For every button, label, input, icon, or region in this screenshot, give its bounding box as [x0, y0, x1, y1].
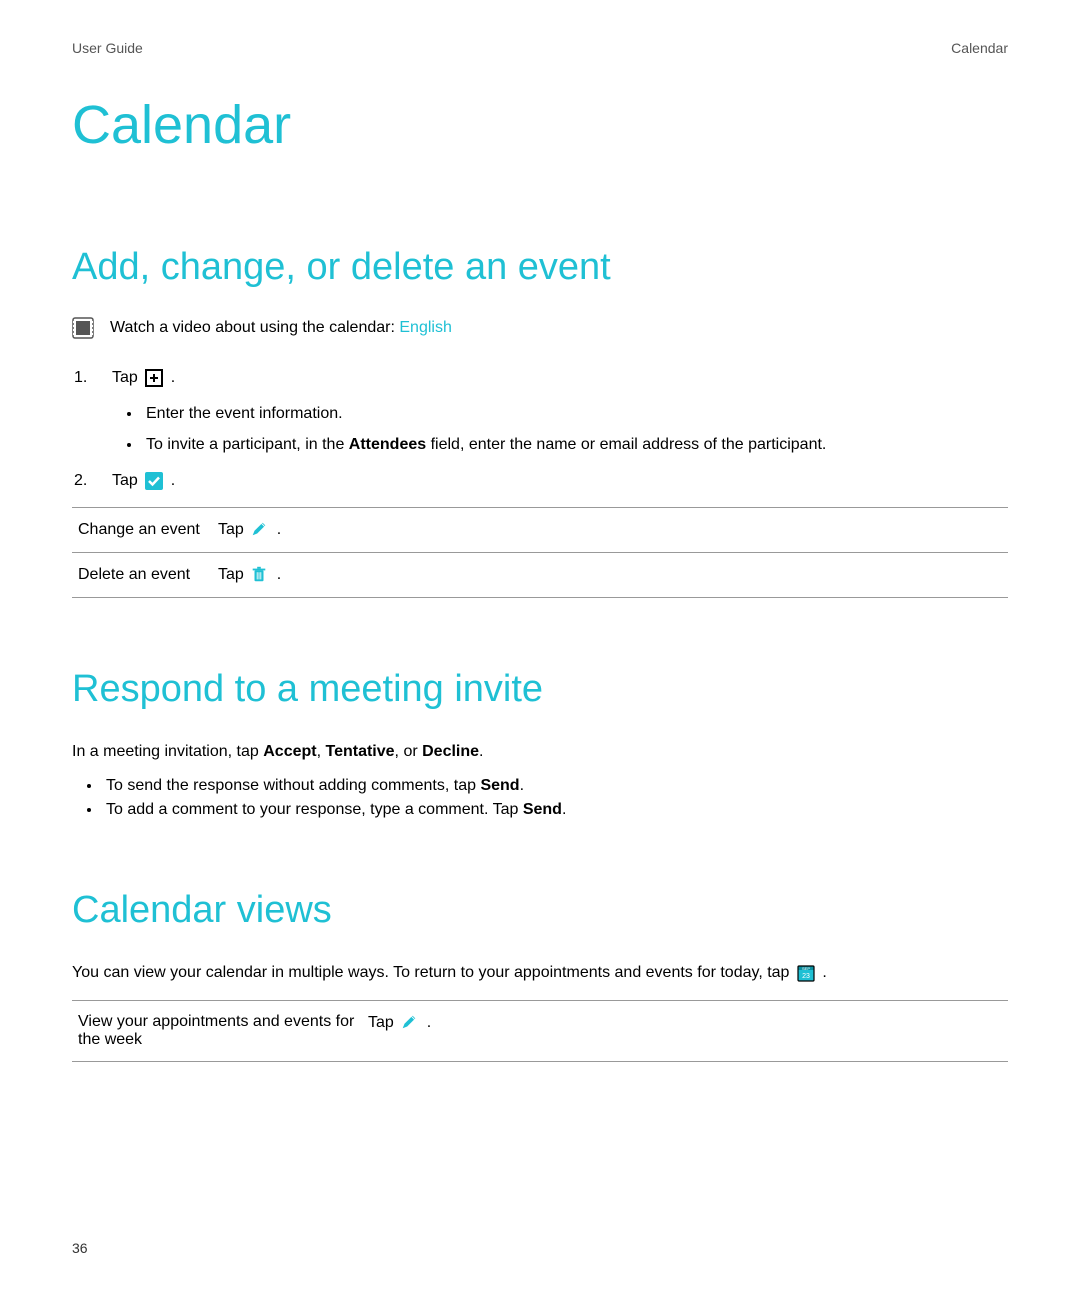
views-intro: You can view your calendar in multiple w…	[72, 960, 1008, 986]
section2-heading: Respond to a meeting invite	[72, 668, 1008, 711]
section-calendar-views: Calendar views You can view your calenda…	[72, 889, 1008, 1062]
section1-heading: Add, change, or delete an event	[72, 246, 1008, 289]
step1-sub-b: To invite a participant, in the Attendee…	[142, 432, 1008, 458]
step-2: Tap .	[74, 468, 1008, 494]
delete-event-action: Tap .	[212, 553, 1008, 598]
delete-event-label: Delete an event	[72, 553, 212, 598]
video-link-english[interactable]: English	[399, 319, 451, 336]
respond-bullet-2: To add a comment to your response, type …	[102, 801, 1008, 819]
calendar-today-icon	[796, 963, 816, 983]
header-right: Calendar	[951, 40, 1008, 56]
section-respond-invite: Respond to a meeting invite In a meeting…	[72, 668, 1008, 819]
respond-bullets: To send the response without adding comm…	[102, 777, 1008, 819]
steps-list: Tap . Enter the event information. To in…	[74, 365, 1008, 493]
respond-intro: In a meeting invitation, tap Accept, Ten…	[72, 739, 1008, 765]
step1-sub-a: Enter the event information.	[142, 401, 1008, 427]
video-row: Watch a video about using the calendar: …	[72, 317, 1008, 339]
page-header: User Guide Calendar	[72, 40, 1008, 56]
video-text: Watch a video about using the calendar: …	[110, 319, 452, 337]
table-row: Delete an event Tap .	[72, 553, 1008, 598]
pencil-icon	[400, 1013, 420, 1033]
checkmark-icon	[144, 471, 164, 491]
step2-tap: Tap	[112, 472, 142, 489]
step2-period: .	[171, 472, 175, 489]
step1-tap: Tap	[112, 369, 142, 386]
change-event-label: Change an event	[72, 508, 212, 553]
table-row: Change an event Tap .	[72, 508, 1008, 553]
table-row: View your appointments and events for th…	[72, 1000, 1008, 1061]
change-event-action: Tap .	[212, 508, 1008, 553]
trash-icon	[250, 565, 270, 585]
section-add-change-delete: Add, change, or delete an event Watch a …	[72, 246, 1008, 598]
views-table: View your appointments and events for th…	[72, 1000, 1008, 1062]
step1-period: .	[171, 369, 175, 386]
respond-bullet-1: To send the response without adding comm…	[102, 777, 1008, 795]
view-week-action: Tap .	[362, 1000, 1008, 1061]
page-title: Calendar	[72, 94, 1008, 156]
section3-heading: Calendar views	[72, 889, 1008, 932]
action-table: Change an event Tap . Delete an event Ta…	[72, 507, 1008, 598]
video-icon	[72, 317, 94, 339]
pencil-icon	[250, 520, 270, 540]
add-event-icon	[144, 368, 164, 388]
view-week-label: View your appointments and events for th…	[72, 1000, 362, 1061]
page-number: 36	[72, 1240, 88, 1256]
step1-sublist: Enter the event information. To invite a…	[142, 401, 1008, 458]
step-1: Tap . Enter the event information. To in…	[74, 365, 1008, 458]
header-left: User Guide	[72, 40, 143, 56]
